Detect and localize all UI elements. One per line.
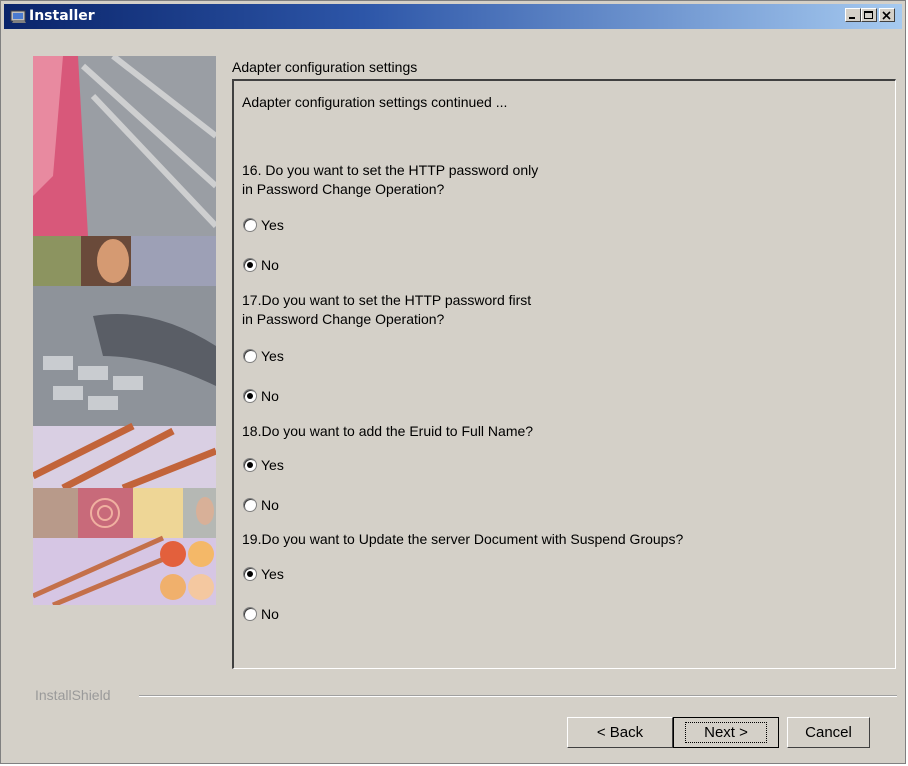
q17-yes-label: Yes [261, 348, 284, 364]
installer-banner-image [33, 56, 216, 605]
q19-yes-label: Yes [261, 566, 284, 582]
q17-no-label: No [261, 388, 279, 404]
question-17-text-line2: in Password Change Operation? [242, 311, 445, 327]
close-button[interactable] [879, 8, 895, 22]
cancel-button[interactable]: Cancel [787, 717, 870, 748]
q18-no-radio[interactable]: No [243, 496, 279, 514]
radio-button-icon [243, 607, 257, 621]
next-button-label: Next > [685, 722, 767, 743]
q18-no-label: No [261, 497, 279, 513]
question-17-text: 17.Do you want to set the HTTP password … [242, 292, 532, 308]
installer-window: Installer Adapter configuration settings… [0, 0, 906, 764]
settings-panel: Adapter configuration settings continued… [232, 79, 896, 669]
question-19-text: 19.Do you want to Update the server Docu… [242, 531, 684, 547]
back-button[interactable]: < Back [567, 717, 673, 748]
question-16-text-line2: in Password Change Operation? [242, 181, 445, 197]
q18-yes-radio[interactable]: Yes [243, 456, 284, 474]
q17-yes-radio[interactable]: Yes [243, 347, 284, 365]
radio-button-icon [243, 349, 257, 363]
window-title: Installer [29, 8, 95, 24]
radio-button-selected-icon [243, 458, 257, 472]
radio-button-selected-icon [243, 258, 257, 272]
radio-button-icon [243, 218, 257, 232]
q16-no-label: No [261, 257, 279, 273]
installer-app-icon [10, 8, 28, 24]
q19-no-label: No [261, 606, 279, 622]
question-18-text: 18.Do you want to add the Eruid to Full … [242, 423, 534, 439]
q16-yes-radio[interactable]: Yes [243, 216, 284, 234]
q16-no-radio[interactable]: No [243, 256, 279, 274]
radio-button-icon [243, 498, 257, 512]
q17-no-radio[interactable]: No [243, 387, 279, 405]
q19-yes-radio[interactable]: Yes [243, 565, 284, 583]
q19-no-radio[interactable]: No [243, 605, 279, 623]
next-button[interactable]: Next > [673, 717, 779, 748]
footer-divider [139, 695, 897, 697]
minimize-button[interactable] [845, 8, 861, 22]
question-16-text: 16. Do you want to set the HTTP password… [242, 162, 539, 178]
panel-subtitle: Adapter configuration settings continued… [242, 94, 508, 110]
installshield-brand-label: InstallShield [35, 687, 111, 703]
q18-yes-label: Yes [261, 457, 284, 473]
radio-button-selected-icon [243, 389, 257, 403]
section-label: Adapter configuration settings [232, 59, 418, 75]
radio-button-selected-icon [243, 567, 257, 581]
maximize-button[interactable] [861, 8, 877, 22]
title-bar[interactable]: Installer [4, 4, 902, 29]
q16-yes-label: Yes [261, 217, 284, 233]
